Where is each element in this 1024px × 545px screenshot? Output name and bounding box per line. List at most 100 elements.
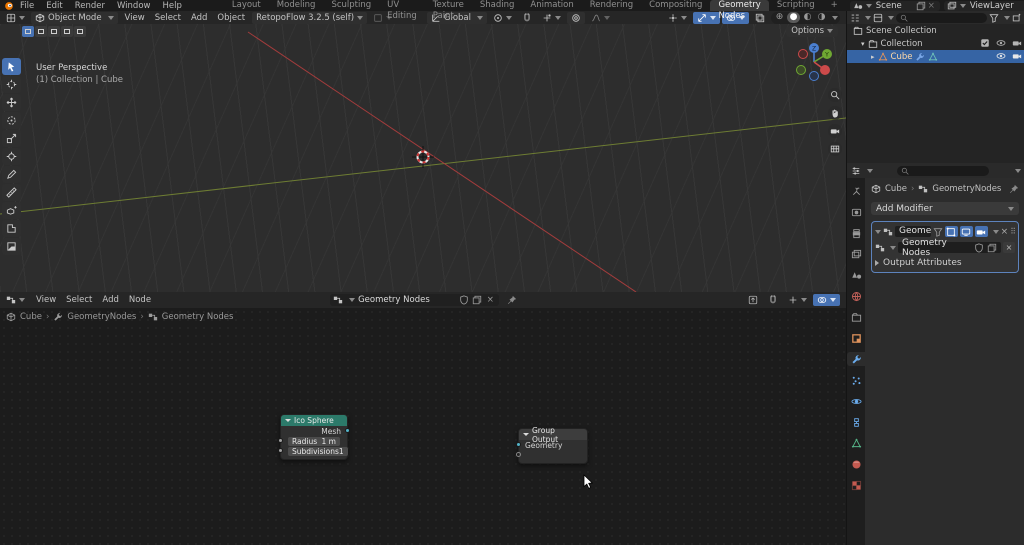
tool-addon-tool-a-button[interactable] [2,220,21,237]
subdivisions-input-socket[interactable] [278,448,283,453]
pan-view-button[interactable] [828,106,842,120]
menu-file[interactable]: File [14,1,40,11]
menu-help[interactable]: Help [156,1,187,11]
select-mode-extend-button[interactable] [35,26,47,37]
properties-tab-scene[interactable] [847,268,865,282]
disclosure-triangle[interactable]: ▾ [861,40,865,48]
node-ico-sphere[interactable]: Ico Sphere Mesh Radius1 m Subdivisions1 [280,414,348,460]
properties-tab-render[interactable] [847,205,865,219]
disclosure-triangle[interactable]: ▸ [871,53,875,61]
new-copy-icon[interactable] [472,295,482,305]
pivot-point-dropdown[interactable] [489,12,516,24]
display-mode-icon[interactable] [873,13,883,23]
fake-user-shield-icon[interactable] [459,295,469,305]
expand-icon[interactable] [875,230,881,234]
output-attributes-section[interactable]: Output Attributes [875,258,1015,268]
toggle-ortho-button[interactable] [828,142,842,156]
node-snap-toggle[interactable] [764,294,782,306]
copy-icon[interactable] [987,243,997,253]
proportional-falloff-dropdown[interactable] [587,12,614,24]
properties-tab-physics[interactable] [847,394,865,408]
retopoflow-dropdown[interactable]: RetopoFlow 3.2.5 (self) [252,12,367,24]
realtime-display-toggle[interactable] [960,226,973,237]
tool-add-cube-button[interactable] [2,202,21,219]
browse-tree-icon[interactable] [875,243,885,253]
editor-type-selector[interactable] [2,12,29,24]
tool-rotate-button[interactable] [2,112,21,129]
radius-field[interactable]: Radius1 m [288,437,340,446]
render-display-toggle[interactable] [975,226,988,237]
node-header[interactable]: Group Output [519,429,587,440]
outliner-checkbox-toggle[interactable] [980,38,990,49]
mode-selector[interactable]: Object Mode [31,12,118,24]
properties-tab-object-data[interactable] [847,436,865,450]
show-gizmo-dropdown[interactable] [664,12,691,24]
properties-tab-texture[interactable] [847,478,865,492]
tool-cursor-button[interactable] [2,76,21,93]
menu-edit[interactable]: Edit [40,1,68,11]
shading-material-preview-button[interactable]: ◐ [801,12,814,23]
node-overlays-toggle[interactable] [813,294,840,306]
viewport-menu-add[interactable]: Add [186,13,212,23]
fake-user-shield-icon[interactable] [974,243,984,253]
breadcrumb-tree[interactable]: Geometry Nodes [162,312,234,322]
tab-geometry-nodes[interactable]: Geometry Nodes [710,0,768,11]
outliner-eye-toggle[interactable] [996,51,1006,62]
add-workspace-button[interactable]: + [823,0,846,11]
properties-tab-constraints[interactable] [847,415,865,429]
properties-tab-output[interactable] [847,226,865,240]
tab-uv-editing[interactable]: UV Editing [379,0,425,11]
tool-scale-button[interactable] [2,130,21,147]
unlink-scene-icon[interactable]: × [926,1,937,11]
node-snap-target-dropdown[interactable] [784,294,811,306]
outliner-camera-toggle[interactable] [1012,38,1022,49]
outliner-row-scene-collection[interactable]: Scene Collection [847,24,1024,37]
outliner-editor-icon[interactable] [850,13,860,23]
select-mode-set-button[interactable] [22,26,34,37]
properties-tab-world[interactable] [847,289,865,303]
tab-modeling[interactable]: Modeling [269,0,324,11]
edit-mode-display-toggle[interactable] [945,226,958,237]
select-mode-intersect-button[interactable] [74,26,86,37]
breadcrumb-object[interactable]: Cube [885,184,907,194]
tree-name-field[interactable]: Geometry Nodes [898,242,1001,253]
outliner-row-cube[interactable]: ▸Cube [847,50,1024,63]
properties-tab-modifiers[interactable] [847,352,865,366]
radius-input-socket[interactable] [278,438,283,443]
snap-toggle[interactable] [518,12,536,24]
tab-animation[interactable]: Animation [522,0,581,11]
properties-tab-collection[interactable] [847,310,865,324]
view-layer-selector[interactable]: ViewLayer × [944,1,1024,11]
scene-selector[interactable]: Scene × [850,1,940,11]
tool-annotate-button[interactable] [2,166,21,183]
node-tree-selector[interactable]: Geometry Nodes × [330,294,499,306]
geometry-input-socket[interactable] [516,442,521,447]
properties-tab-view-layer[interactable] [847,247,865,261]
shading-rendered-button[interactable]: ◑ [815,12,828,23]
unlink-tree-icon[interactable]: × [485,295,496,305]
node-menu-node[interactable]: Node [124,295,156,305]
tab-compositing[interactable]: Compositing [641,0,710,11]
snap-target-dropdown[interactable] [538,12,565,24]
breadcrumb-modifier[interactable]: GeometryNodes [932,184,1001,194]
shading-wireframe-button[interactable]: ⊕ [773,12,786,23]
chevron-down-icon[interactable] [832,16,838,20]
filter-funnel-icon[interactable] [989,13,999,23]
zoom-button[interactable] [828,88,842,102]
modifier-name-field[interactable]: GeometryNo... [895,226,931,237]
viewport-menu-select[interactable]: Select [150,13,186,23]
properties-tab-material[interactable] [847,457,865,471]
camera-view-button[interactable] [828,124,842,138]
proportional-editing-toggle[interactable] [567,12,585,24]
tool-measure-button[interactable] [2,184,21,201]
modifier-extras-dropdown[interactable] [993,230,999,234]
tab-rendering[interactable]: Rendering [582,0,641,11]
select-mode-invert-button[interactable] [61,26,73,37]
blender-logo-icon[interactable] [4,1,14,11]
node-menu-view[interactable]: View [31,295,61,305]
pin-icon[interactable] [507,295,517,306]
select-mode-subtract-button[interactable] [48,26,60,37]
outliner-row-collection[interactable]: ▾Collection [847,37,1024,50]
subdivisions-field[interactable]: Subdivisions1 [288,447,348,456]
node-menu-select[interactable]: Select [61,295,97,305]
